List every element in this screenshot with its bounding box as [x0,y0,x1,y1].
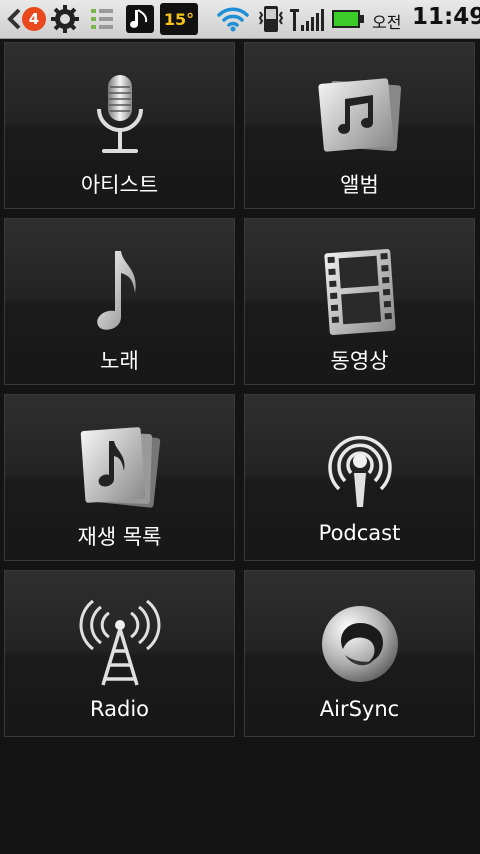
playlists-label: 재생 목록 [77,525,162,549]
podcast-icon [315,423,405,513]
albums-tile[interactable]: 앨범 [244,42,475,209]
videos-tile[interactable]: 동영상 [244,218,475,385]
airsync-label: AirSync [319,697,400,721]
artists-tile[interactable]: 아티스트 [4,42,235,209]
am-pm-indicator: 오전 [372,13,402,32]
phone-vibrate-icon [256,0,286,38]
music-player-notification-icon[interactable] [124,0,156,38]
notification-badge[interactable]: 4 [22,7,46,31]
radio-label: Radio [89,697,149,721]
airsync-tile[interactable]: AirSync [244,570,475,737]
task-list-icon[interactable] [88,0,116,38]
temperature-widget[interactable]: 15° [160,3,198,35]
chevron-left-icon[interactable] [6,0,22,38]
songs-label: 노래 [100,349,139,373]
playlist-icon [75,423,165,513]
radio-tower-icon [75,599,165,689]
songs-tile[interactable]: 노래 [4,218,235,385]
settings-gear-icon[interactable] [48,0,82,38]
artists-label: 아티스트 [80,173,159,197]
film-strip-icon [315,247,405,337]
music-note-icon [75,247,165,337]
signal-strength-icon [288,0,328,38]
albums-label: 앨범 [340,173,379,197]
playlists-tile[interactable]: 재생 목록 [4,394,235,561]
videos-label: 동영상 [330,349,389,373]
wifi-icon [214,0,252,38]
album-icon [315,71,405,161]
podcast-tile[interactable]: Podcast [244,394,475,561]
radio-tile[interactable]: Radio [4,570,235,737]
microphone-icon [75,71,165,161]
battery-icon [330,0,366,38]
status-bar: 4 15° 오전 11:49 [0,0,480,39]
clock: 11:49 [412,4,480,30]
airsync-icon [315,599,405,689]
podcast-label: Podcast [318,521,401,545]
